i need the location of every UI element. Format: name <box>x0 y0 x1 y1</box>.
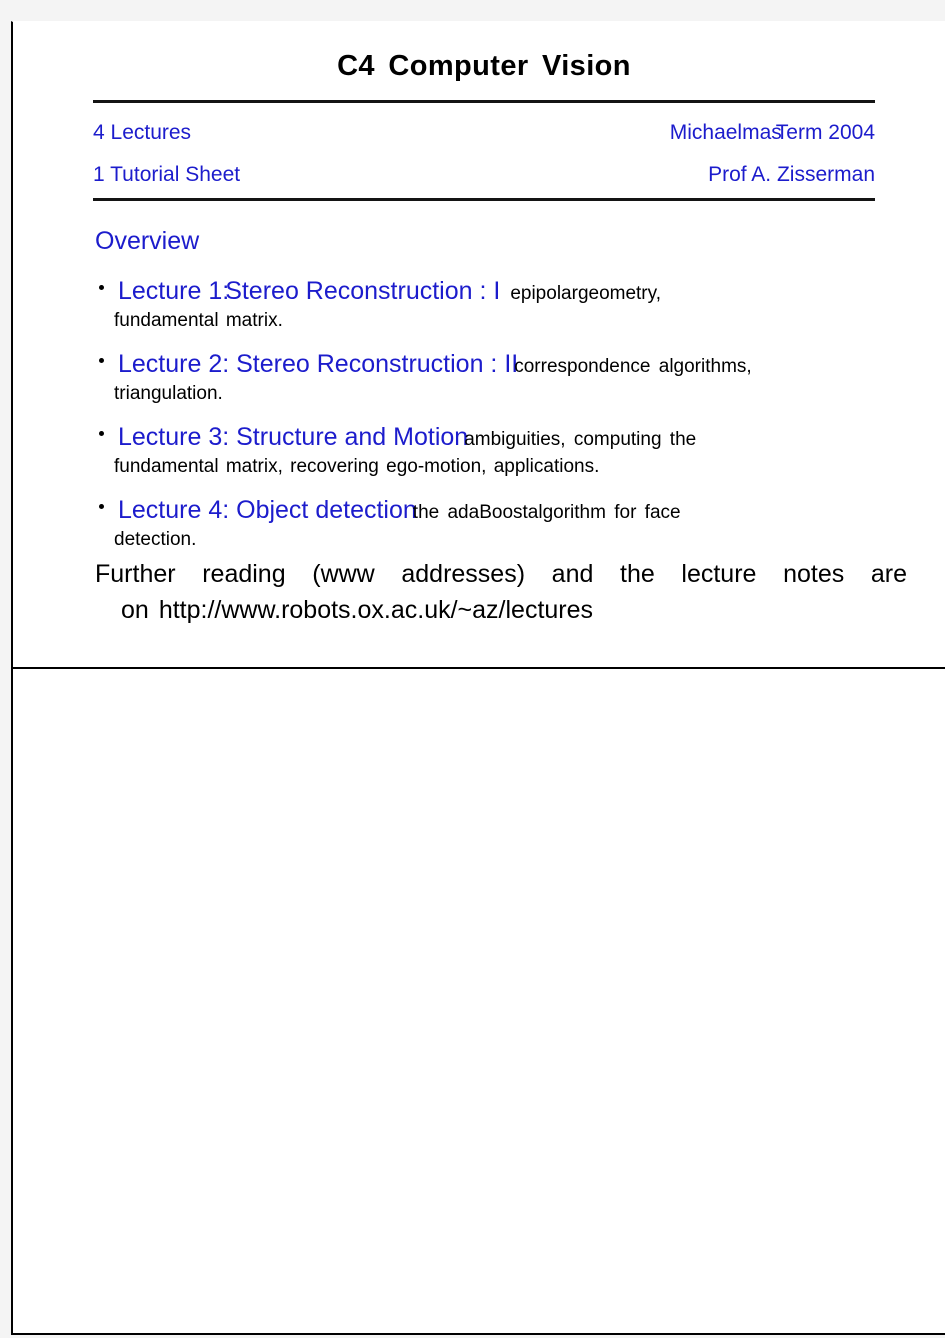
lecture-1-heading-cont: Stereo Reconstruction : I <box>225 277 501 305</box>
lecture-4-heading: Lecture 4: Object detection <box>118 496 417 524</box>
title-rule-bottom <box>93 198 875 201</box>
lecture-notes-url: http://www.robots.ox.ac.uk/~az/lectures <box>158 596 594 624</box>
bullet-dot-icon <box>99 285 104 290</box>
lecture-4-tail-b: Boost <box>479 502 528 523</box>
list-item: Lecture 1:Stereo Reconstruction : I epipo… <box>95 276 895 333</box>
overview-bullet-list: Lecture 1:Stereo Reconstruction : I epipo… <box>95 276 895 568</box>
lecture-1-body: fundamental matrix. <box>114 310 283 331</box>
list-item: Lecture 2: Stereo Reconstruction : IIcor… <box>95 349 895 406</box>
term-label: MichaelmasTerm 2004 <box>670 121 875 145</box>
slide-separator <box>11 667 945 669</box>
lecture-4-body: detection. <box>114 529 197 550</box>
lecturer-name: Prof A. Zisserman <box>708 163 875 186</box>
section-heading-overview: Overview <box>95 227 200 255</box>
lecture-1-heading: Lecture 1: <box>118 277 230 305</box>
bullet-dot-icon <box>99 358 104 363</box>
lecture-1-tail-a: epipolar <box>510 283 578 304</box>
list-item: Lecture 4: Object detectionthe adaBoosta… <box>95 495 895 552</box>
term-label-part-1: Michaelmas <box>669 121 782 144</box>
lecture-3-body: fundamental matrix, recovering ego-motio… <box>114 456 600 477</box>
lecture-2-heading: Lecture 2: Stereo Reconstruction : II <box>118 350 519 378</box>
lecture-3-heading: Lecture 3: Structure and Motion <box>118 423 469 451</box>
page-canvas: C4 Computer Vision 4 Lectures Michaelmas… <box>0 0 945 1338</box>
list-item: Lecture 3: Structure and Motionambiguiti… <box>95 422 895 479</box>
further-reading-block: Further reading (www addresses) and the … <box>95 556 907 628</box>
page-title: C4 Computer Vision <box>337 50 631 82</box>
term-label-part-2: Term 2004 <box>775 121 875 144</box>
lecture-4-tail-c: algorithm for face <box>527 502 681 523</box>
bullet-dot-icon <box>99 504 104 509</box>
page-bottom-edge <box>11 1333 945 1335</box>
lecture-2-tail: correspondence algorithms, <box>514 356 752 377</box>
further-reading-text: Further reading (www addresses) and the … <box>95 560 907 588</box>
further-reading-url-line: on http://www.robots.ox.ac.uk/~az/lecture… <box>121 592 907 628</box>
further-reading-url-prefix: on <box>121 596 149 624</box>
lecture-3-tail: ambiguities, computing the <box>464 429 697 450</box>
lectures-count: 4 Lectures <box>93 121 192 144</box>
title-rule-top <box>93 100 875 103</box>
lecture-2-body: triangulation. <box>114 383 223 404</box>
bullet-dot-icon <box>99 431 104 436</box>
lecture-4-tail-a: the ada <box>412 502 480 523</box>
lecture-1-tail-b: geometry, <box>577 283 662 304</box>
slide-1: C4 Computer Vision 4 Lectures Michaelmas… <box>0 0 945 667</box>
tutorial-sheet-count: 1 Tutorial Sheet <box>93 163 241 186</box>
